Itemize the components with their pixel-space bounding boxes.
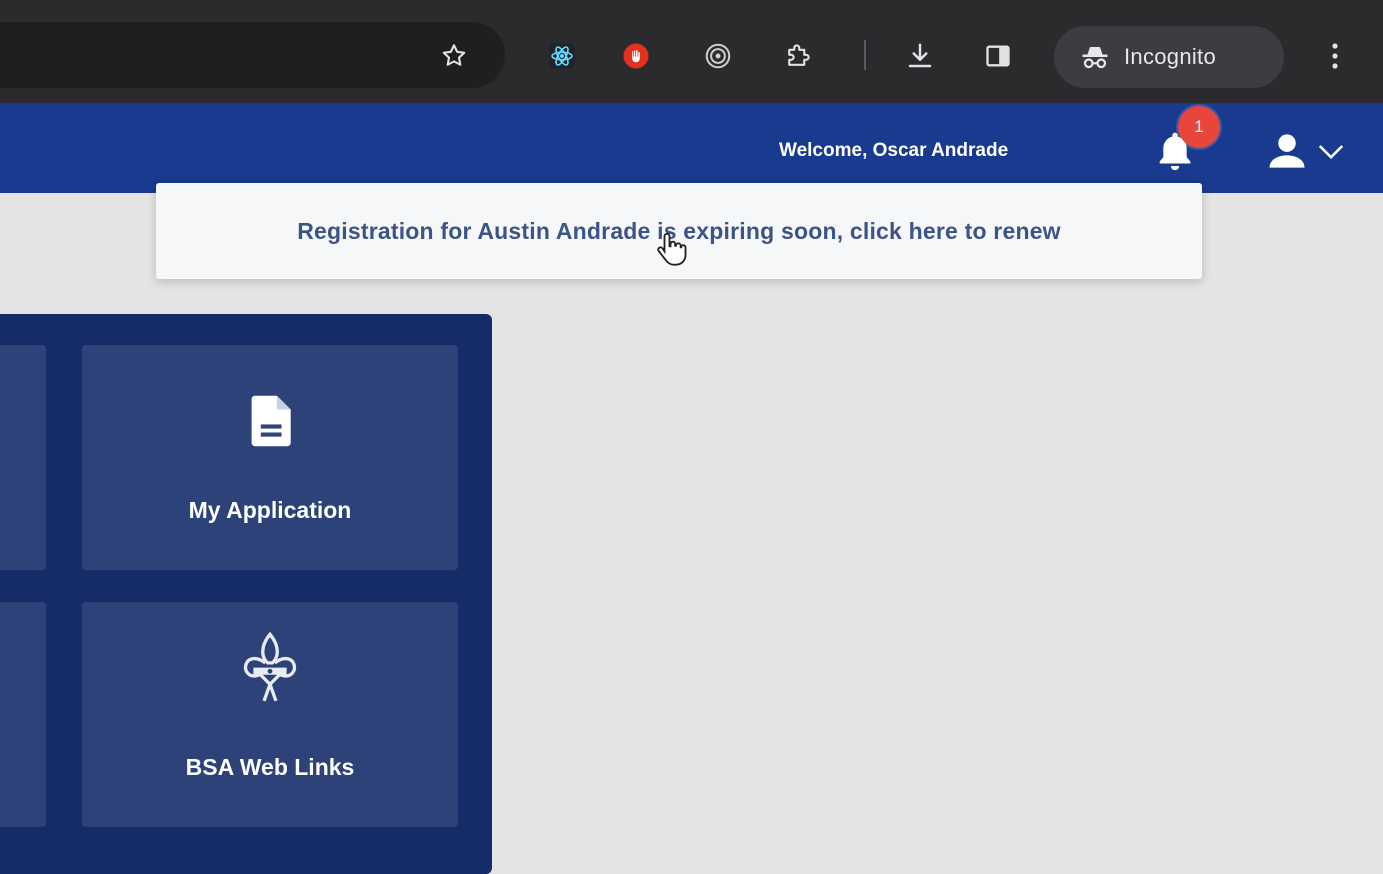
browser-toolbar: Incognito [0, 0, 1383, 103]
side-panel-icon [986, 45, 1010, 67]
toolbar-divider [864, 40, 866, 70]
incognito-label: Incognito [1124, 44, 1216, 69]
dashboard-tile[interactable] [0, 345, 46, 570]
extensions-button[interactable] [776, 34, 820, 78]
incognito-indicator[interactable]: Incognito [1054, 26, 1284, 88]
bsa-web-links-label: BSA Web Links [185, 754, 355, 780]
hand-cursor-icon [657, 232, 687, 266]
bsa-web-links-tile[interactable]: BSA Web Links [82, 602, 458, 827]
chevron-down-icon [1318, 145, 1344, 160]
my-application-label: My Application [188, 497, 352, 523]
react-devtools-icon [549, 43, 575, 69]
document-icon [251, 395, 291, 447]
user-icon [1269, 134, 1305, 168]
browser-menu-button[interactable] [1320, 34, 1350, 78]
star-icon [442, 44, 466, 66]
my-application-tile[interactable]: My Application [82, 345, 458, 570]
bookmark-star-button[interactable] [432, 34, 476, 78]
download-icon [908, 43, 932, 68]
side-panel-button[interactable] [976, 34, 1020, 78]
kebab-menu-icon [1332, 43, 1338, 69]
puzzle-icon [788, 44, 810, 66]
target-extension-icon [705, 43, 731, 69]
dashboard-tile[interactable] [0, 602, 46, 827]
stop-extension-icon [623, 43, 649, 69]
welcome-message: Welcome, Oscar Andrade [779, 140, 1009, 161]
address-bar[interactable] [0, 22, 505, 88]
incognito-icon [1082, 47, 1108, 69]
target-extension-button[interactable] [696, 34, 740, 78]
user-menu-button[interactable] [1266, 128, 1366, 174]
stop-extension-button[interactable] [614, 34, 658, 78]
notification-count-badge: 1 [1178, 106, 1220, 148]
react-devtools-extension-button[interactable] [540, 34, 584, 78]
fleur-de-lis-icon [243, 632, 297, 702]
downloads-button[interactable] [898, 34, 942, 78]
